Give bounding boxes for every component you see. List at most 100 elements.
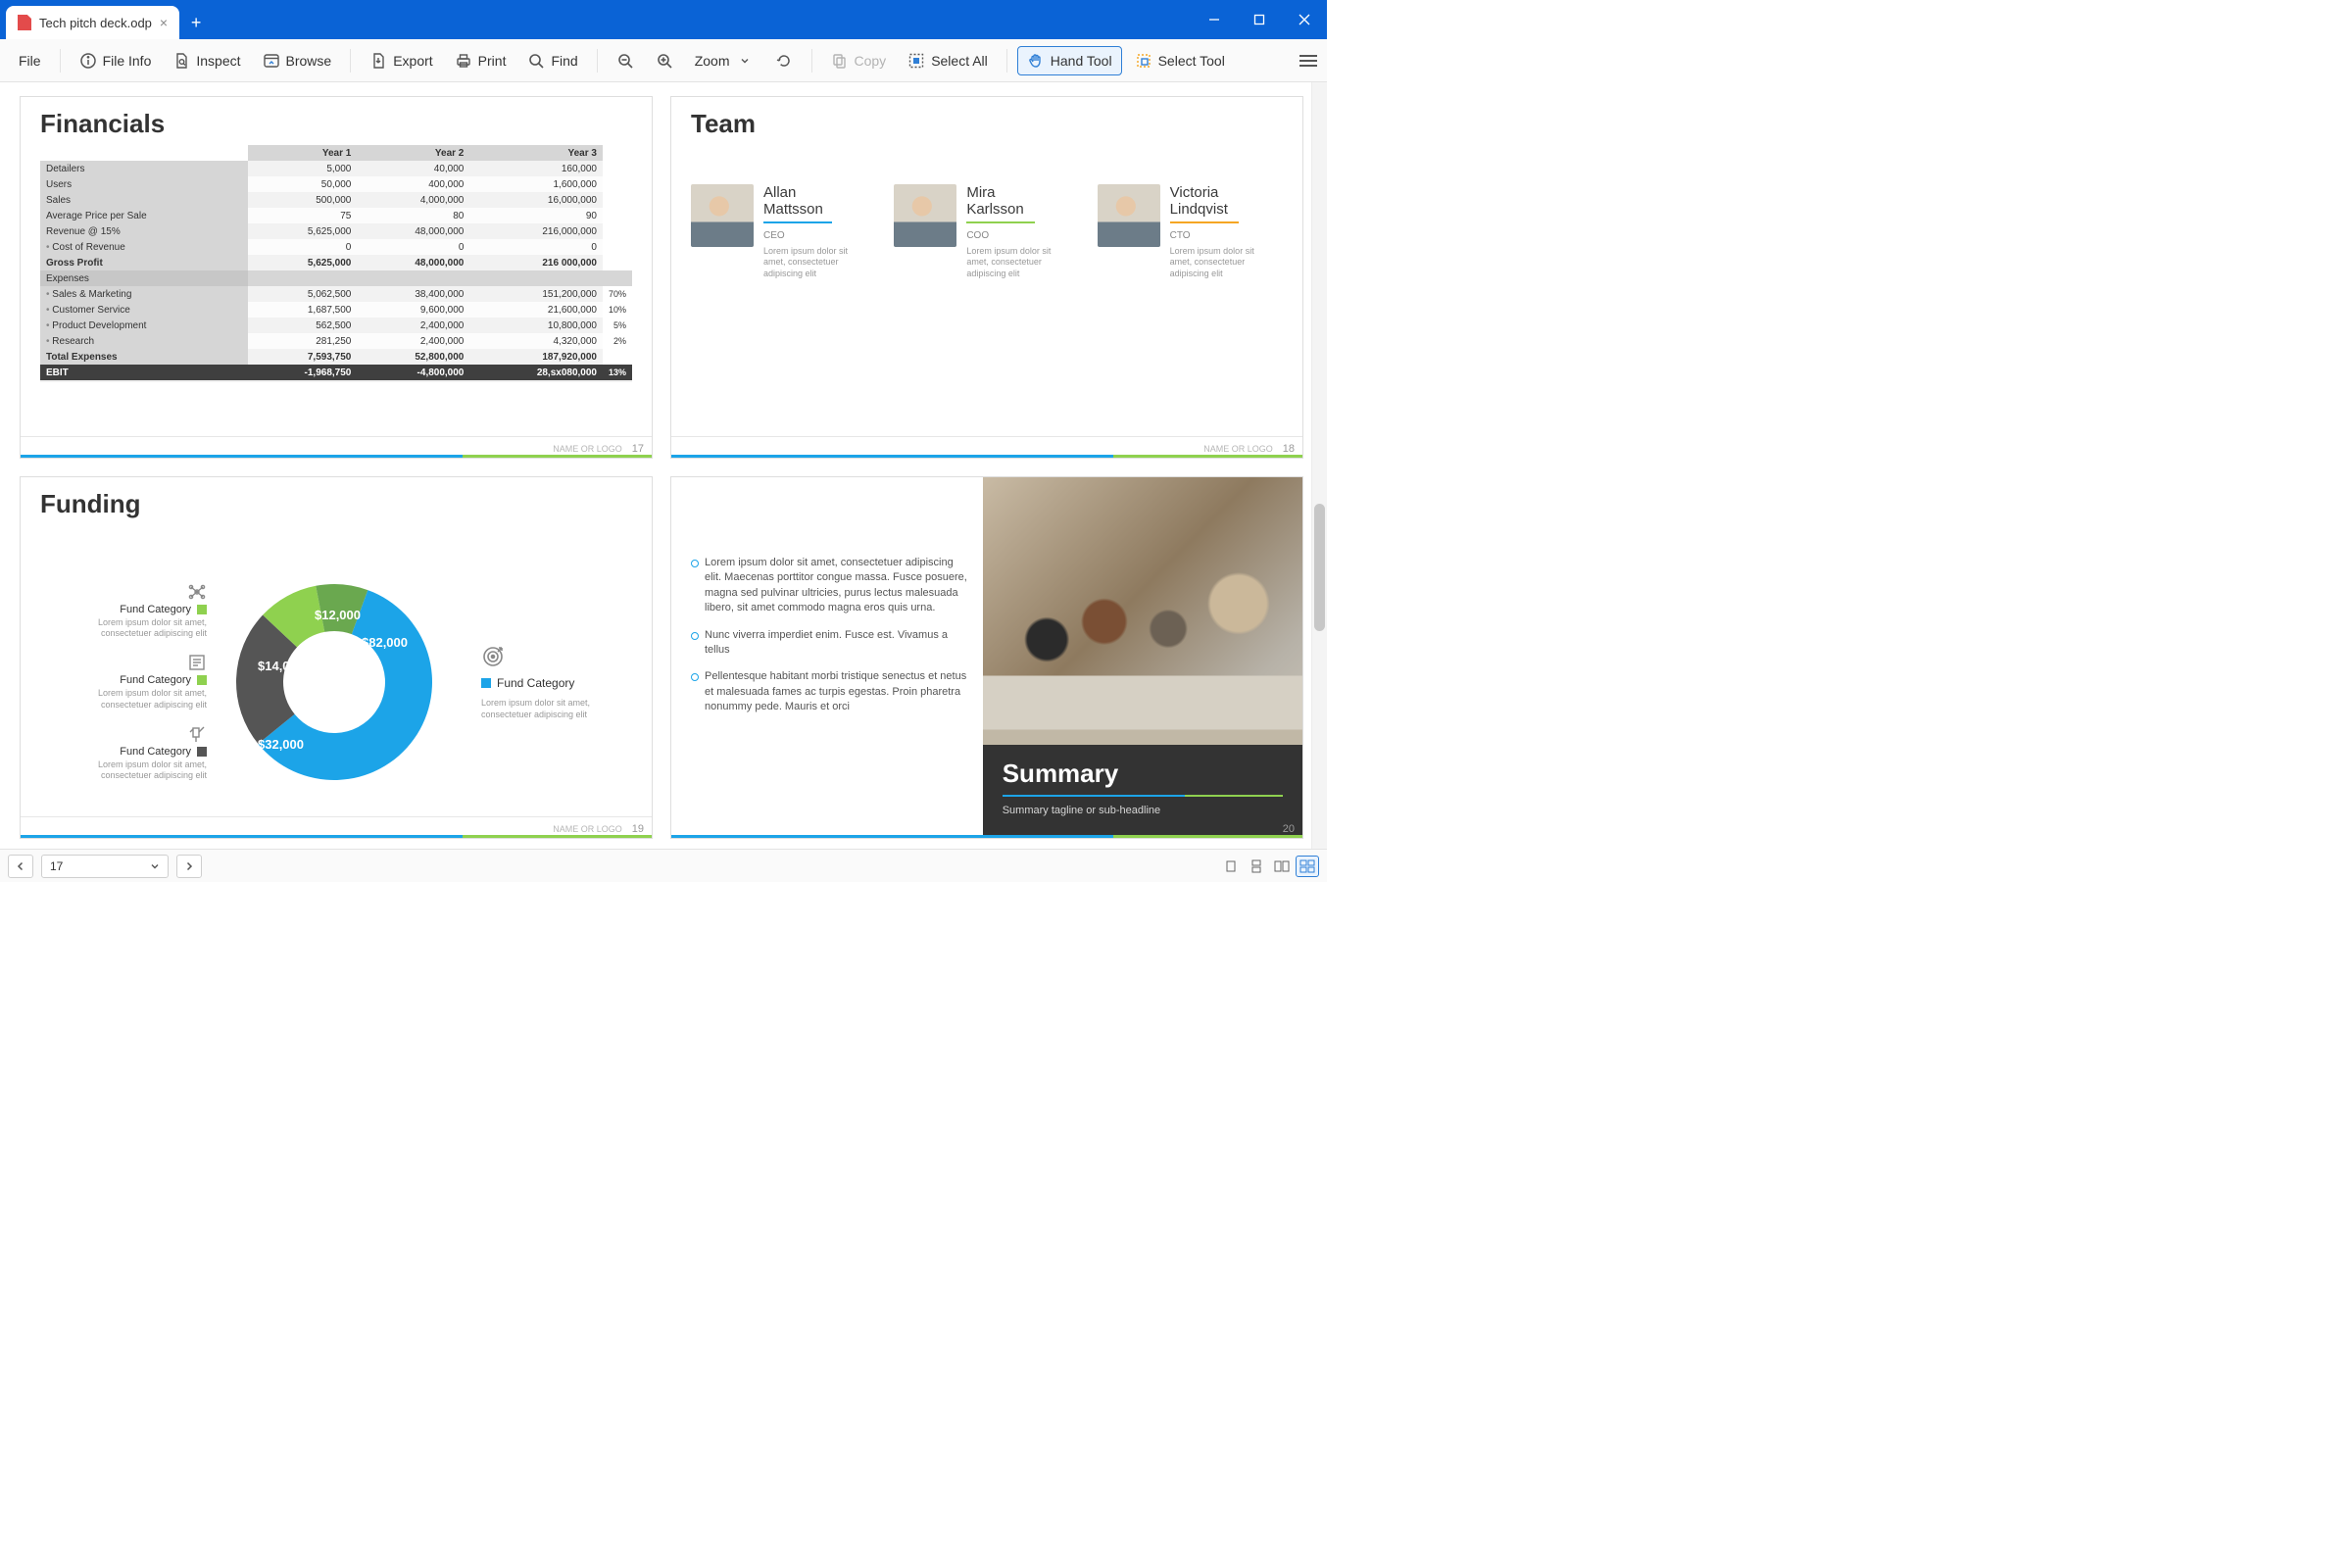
slide-financials[interactable]: Financials Year 1 Year 2 Year 3 Detailer…	[20, 96, 653, 459]
category-icon	[187, 724, 207, 744]
select-all-icon	[907, 52, 925, 70]
file-menu[interactable]: File	[10, 48, 50, 74]
member-role: COO	[966, 230, 1074, 241]
titlebar: Tech pitch deck.odp × +	[0, 0, 1327, 39]
page-select[interactable]: 17	[41, 855, 169, 878]
browser-icon	[263, 52, 280, 70]
copy-button: Copy	[822, 47, 896, 74]
category-icon	[187, 653, 207, 672]
file-icon	[18, 15, 31, 30]
avatar	[894, 184, 956, 247]
vertical-scrollbar[interactable]	[1311, 82, 1327, 849]
member-name: VictoriaLindqvist	[1170, 184, 1278, 219]
close-icon[interactable]: ×	[160, 15, 168, 30]
hand-tool-button[interactable]: Hand Tool	[1017, 46, 1122, 75]
slide-funding[interactable]: Funding Fund CategoryLorem ipsum dolor s…	[20, 476, 653, 839]
view-two-page-button[interactable]	[1270, 856, 1294, 877]
donut-label: $12,000	[315, 608, 361, 622]
fund-category: Fund CategoryLorem ipsum dolor sit amet,…	[60, 724, 207, 782]
info-icon	[79, 52, 97, 70]
summary-bullet: Nunc viverra imperdiet enim. Fusce est. …	[691, 628, 969, 659]
member-role: CEO	[763, 230, 871, 241]
maximize-button[interactable]	[1237, 0, 1282, 39]
close-button[interactable]	[1282, 0, 1327, 39]
swatch-icon	[197, 675, 207, 685]
slide-footer: NAME OR LOGO 19	[553, 823, 644, 835]
chevron-down-icon	[150, 861, 160, 871]
tab-title: Tech pitch deck.odp	[39, 16, 152, 30]
zoom-out-icon	[616, 52, 634, 70]
select-tool-icon	[1135, 52, 1152, 70]
tabstrip: Tech pitch deck.odp × +	[0, 6, 213, 39]
swatch-icon	[197, 605, 207, 614]
team-member: VictoriaLindqvist CTO Lorem ipsum dolor si…	[1098, 184, 1283, 280]
summary-bullet: Lorem ipsum dolor sit amet, consectetuer…	[691, 556, 969, 616]
search-icon	[527, 52, 545, 70]
print-icon	[455, 52, 472, 70]
member-name: MiraKarlsson	[966, 184, 1074, 219]
slide-title: Team	[671, 97, 1302, 145]
team-member: MiraKarlssonCOOLorem ipsum dolor sit ame…	[894, 184, 1079, 280]
slide-footer: 20	[1283, 823, 1295, 835]
slide-team[interactable]: Team AllanMattsson CEO Lorem ipsum dolor s…	[670, 96, 1303, 459]
summary-text: Lorem ipsum dolor sit amet, consectetuer…	[671, 477, 983, 838]
summary-bullet: Pellentesque habitant morbi tristique se…	[691, 669, 969, 714]
copy-icon	[831, 52, 849, 70]
document-search-icon	[172, 52, 190, 70]
window-controls	[1192, 0, 1327, 39]
fund-category-right: Fund Category Lorem ipsum dolor sit amet…	[481, 643, 628, 720]
new-tab-button[interactable]: +	[179, 6, 213, 39]
prev-page-button[interactable]	[8, 855, 33, 878]
browse-button[interactable]: Browse	[254, 47, 341, 74]
separator	[597, 49, 598, 73]
separator	[811, 49, 812, 73]
donut-label: $32,000	[258, 737, 304, 752]
member-name: AllanMattsson	[763, 184, 871, 219]
team-row: AllanMattsson CEO Lorem ipsum dolor sit am…	[671, 145, 1302, 280]
avatar	[691, 184, 754, 247]
print-button[interactable]: Print	[446, 47, 515, 74]
select-all-button[interactable]: Select All	[899, 47, 997, 74]
slide-summary[interactable]: Lorem ipsum dolor sit amet, consectetuer…	[670, 476, 1303, 839]
toolbar: File File Info Inspect Browse Export Pri…	[0, 39, 1327, 82]
statusbar: 17	[0, 849, 1327, 882]
member-desc: Lorem ipsum dolor sit amet, consectetuer…	[1170, 246, 1278, 280]
export-icon	[369, 52, 387, 70]
donut-label: $14,000	[258, 659, 304, 673]
slide-title: Financials	[21, 97, 652, 145]
donut-chart: $12,000 $82,000 $14,000 $32,000	[217, 564, 452, 800]
view-grid-button[interactable]	[1296, 856, 1319, 877]
zoom-in-button[interactable]	[647, 47, 682, 74]
rotate-button[interactable]	[766, 47, 802, 74]
export-button[interactable]: Export	[361, 47, 441, 74]
inspect-button[interactable]: Inspect	[164, 47, 249, 74]
view-continuous-button[interactable]	[1245, 856, 1268, 877]
scrollbar-thumb[interactable]	[1314, 504, 1325, 631]
separator	[60, 49, 61, 73]
zoom-in-icon	[656, 52, 673, 70]
fund-category: Fund CategoryLorem ipsum dolor sit amet,…	[60, 582, 207, 640]
view-single-button[interactable]	[1219, 856, 1243, 877]
slides-grid[interactable]: Financials Year 1 Year 2 Year 3 Detailer…	[0, 82, 1311, 849]
fund-category: Fund CategoryLorem ipsum dolor sit amet,…	[60, 653, 207, 710]
zoom-out-button[interactable]	[608, 47, 643, 74]
member-role: CTO	[1170, 230, 1278, 241]
menu-button[interactable]	[1299, 52, 1317, 70]
separator	[1006, 49, 1007, 73]
find-button[interactable]: Find	[518, 47, 586, 74]
rotate-icon	[775, 52, 793, 70]
team-member: AllanMattssonCEOLorem ipsum dolor sit am…	[691, 184, 876, 280]
summary-tagline: Summary tagline or sub-headline	[1003, 805, 1283, 816]
minimize-button[interactable]	[1192, 0, 1237, 39]
canvas: Financials Year 1 Year 2 Year 3 Detailer…	[0, 82, 1327, 849]
file-info-button[interactable]: File Info	[71, 47, 161, 74]
next-page-button[interactable]	[176, 855, 202, 878]
slide-footer: NAME OR LOGO 17	[553, 443, 644, 455]
tab-document[interactable]: Tech pitch deck.odp ×	[6, 6, 179, 39]
separator	[350, 49, 351, 73]
select-tool-button[interactable]: Select Tool	[1126, 47, 1234, 74]
slide-footer: NAME OR LOGO 18	[1203, 443, 1295, 455]
hand-icon	[1027, 52, 1045, 70]
swatch-icon	[481, 678, 491, 688]
zoom-menu[interactable]: Zoom	[686, 47, 762, 74]
